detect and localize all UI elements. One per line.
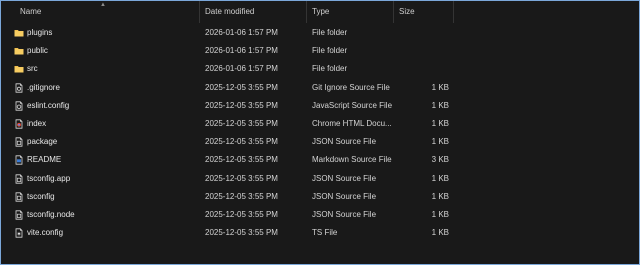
markdown-file-icon [14, 155, 24, 165]
column-header-date-modified[interactable]: Date modified [200, 1, 307, 23]
file-date-modified: 2025-12-05 3:55 PM [205, 82, 278, 92]
file-row[interactable]: index 2025-12-05 3:55 PM Chrome HTML Docu.… [1, 115, 639, 133]
file-date-modified: 2025-12-05 3:55 PM [205, 209, 278, 219]
column-header-date-label: Date modified [205, 7, 255, 16]
file-name: plugins [27, 28, 53, 37]
column-header-type[interactable]: Type [307, 1, 394, 23]
file-size [399, 60, 449, 78]
file-row[interactable]: public 2026-01-06 1:57 PM File folder [1, 42, 639, 60]
file-type: Chrome HTML Docu... [312, 118, 392, 128]
column-header-name[interactable]: Name ▲ [1, 1, 200, 23]
file-row[interactable]: README 2025-12-05 3:55 PM Markdown Source … [1, 151, 639, 169]
file-size [399, 24, 449, 42]
file-type: JSON Source File [312, 173, 377, 183]
file-type: JSON Source File [312, 137, 377, 147]
file-name: tsconfig.node [27, 209, 75, 219]
file-size: 1 KB [431, 137, 449, 147]
file-row[interactable]: eslint.config 2025-12-05 3:55 PM JavaScrip… [1, 97, 639, 115]
file-name: vite.config [27, 228, 64, 238]
file-type: TS File [312, 228, 338, 238]
column-header-size-label: Size [399, 7, 415, 16]
file-type: JSON Source File [312, 209, 377, 219]
file-date-modified: 2026-01-06 1:57 PM [205, 46, 278, 56]
file-size: 1 KB [431, 118, 449, 128]
file-name: index [27, 118, 47, 128]
file-list: plugins 2026-01-06 1:57 PM File folder pub… [1, 24, 639, 242]
file-name: README [27, 155, 62, 165]
file-date-modified: 2025-12-05 3:55 PM [205, 173, 278, 183]
json-file-icon [14, 173, 24, 184]
file-name: package [27, 137, 58, 147]
file-row[interactable]: vite.config 2025-12-05 3:55 PM TS File 1 KB [1, 224, 639, 242]
file-date-modified: 2025-12-05 3:55 PM [205, 118, 278, 128]
file-date-modified: 2025-12-05 3:55 PM [205, 137, 278, 147]
file-size: 1 KB [431, 228, 449, 238]
file-size [399, 42, 449, 60]
file-row[interactable]: tsconfig 2025-12-05 3:55 PM JSON Source Fi… [1, 188, 639, 206]
file-size: 1 KB [431, 173, 449, 183]
file-row[interactable]: tsconfig.app 2025-12-05 3:55 PM JSON Sourc… [1, 170, 639, 188]
json-file-icon [14, 137, 24, 147]
sort-ascending-icon: ▲ [100, 2, 106, 8]
typescript-file-icon [14, 228, 24, 238]
file-row[interactable]: src 2026-01-06 1:57 PM File folder [1, 60, 639, 78]
file-type: File folder [312, 46, 348, 56]
file-date-modified: 2026-01-06 1:57 PM [205, 28, 278, 37]
json-file-icon [14, 192, 24, 202]
column-header-size[interactable]: Size [394, 1, 454, 23]
folder-icon [14, 28, 24, 38]
file-explorer-list: Name ▲ Date modified Type Size plugins 20… [0, 0, 640, 265]
file-type: JSON Source File [312, 191, 377, 201]
column-header-row: Name ▲ Date modified Type Size [1, 1, 639, 23]
file-size: 1 KB [431, 82, 449, 92]
file-date-modified: 2026-01-06 1:57 PM [205, 64, 278, 74]
file-row[interactable]: .gitignore 2025-12-05 3:55 PM Git Ignore S… [1, 79, 639, 97]
file-date-modified: 2025-12-05 3:55 PM [205, 155, 278, 165]
file-row[interactable]: plugins 2026-01-06 1:57 PM File folder [1, 24, 639, 42]
file-size: 1 KB [431, 191, 449, 201]
file-date-modified: 2025-12-05 3:55 PM [205, 191, 278, 201]
file-type: JavaScript Source File [312, 100, 393, 110]
file-name: tsconfig [27, 191, 55, 201]
file-type: File folder [312, 28, 348, 37]
file-row[interactable]: tsconfig.node 2025-12-05 3:55 PM JSON Sour… [1, 206, 639, 224]
column-header-type-label: Type [312, 7, 330, 16]
column-header-name-label: Name [20, 7, 42, 16]
file-name: src [27, 64, 38, 74]
json-file-icon [14, 210, 24, 220]
file-type: Git Ignore Source File [312, 82, 390, 92]
file-date-modified: 2025-12-05 3:55 PM [205, 228, 278, 238]
file-row[interactable]: package 2025-12-05 3:55 PM JSON Source Fil… [1, 133, 639, 151]
gitignore-file-icon [14, 82, 24, 93]
file-date-modified: 2025-12-05 3:55 PM [205, 100, 278, 110]
file-name: public [27, 46, 48, 56]
html-file-icon [14, 119, 24, 129]
file-name: eslint.config [27, 100, 70, 110]
file-name: tsconfig.app [27, 173, 71, 183]
folder-icon [14, 64, 24, 74]
file-size: 1 KB [431, 209, 449, 219]
file-size: 3 KB [431, 155, 449, 165]
file-name: .gitignore [27, 82, 60, 92]
file-type: File folder [312, 64, 348, 74]
folder-icon [14, 46, 24, 56]
file-type: Markdown Source File [312, 155, 392, 165]
file-size: 1 KB [431, 100, 449, 110]
javascript-file-icon [14, 101, 24, 111]
